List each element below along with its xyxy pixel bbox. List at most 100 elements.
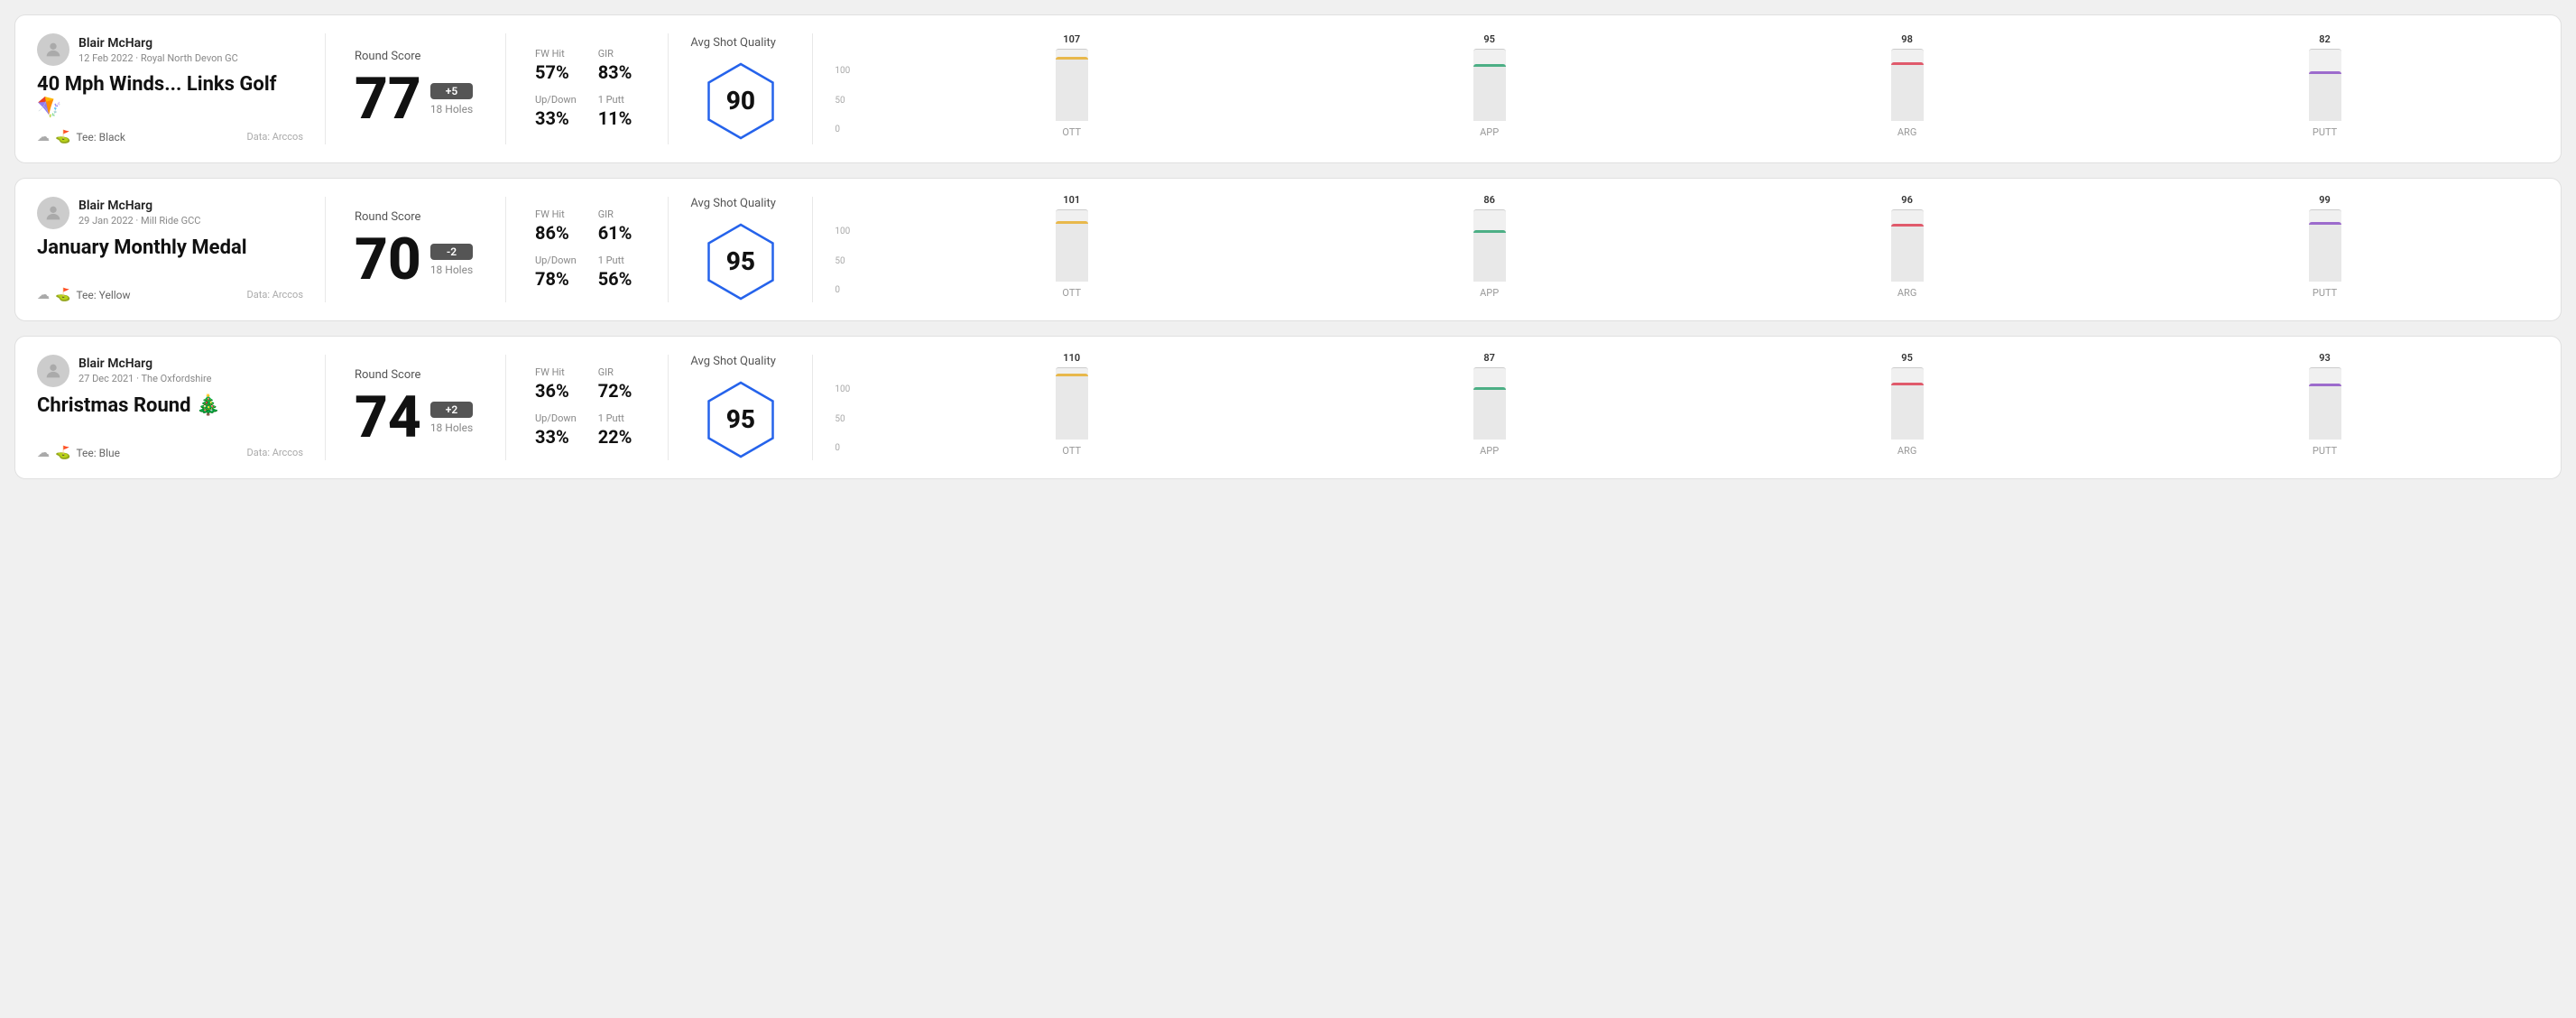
gir-stat-3: GIR 72% [598,366,640,402]
bar-accent-app [1473,64,1506,67]
bar-accent-ott [1056,57,1088,60]
round-score-label-1: Round Score [355,50,476,63]
holes-label-3: 18 Holes [430,421,473,434]
score-badge-2: -2 [430,244,473,260]
footer-row-3: ☁ ⛳ Tee: Blue Data: Arccos [37,446,303,460]
user-info-2: Blair McHarg 29 Jan 2022 · Mill Ride GCC [78,199,200,227]
data-source-2: Data: Arccos [247,289,303,301]
bar-accent-ott [1056,374,1088,376]
hexagon-score-3: 95 [726,404,755,434]
stats-grid-3: FW Hit 36% GIR 72% Up/Down 33% 1 Putt 22… [535,366,639,448]
bar-value-putt: 99 [2319,194,2331,206]
bag-icon-3: ⛳ [55,446,70,460]
weather-icon-1: ☁ [37,130,50,144]
round-title-2: January Monthly Medal [37,236,303,260]
weather-icon-2: ☁ [37,288,50,302]
fw-hit-label-3: FW Hit [535,366,577,378]
data-source-1: Data: Arccos [247,131,303,143]
user-info-1: Blair McHarg 12 Feb 2022 · Royal North D… [78,36,238,64]
oneputt-value-3: 22% [598,426,640,448]
left-section-2: Blair McHarg 29 Jan 2022 · Mill Ride GCC… [37,197,326,302]
updown-stat-1: Up/Down 33% [535,94,577,129]
bar-group-app: 86 APP [1289,194,1689,299]
bar-group-arg: 96 ARG [1707,194,2107,299]
user-row-3: Blair McHarg 27 Dec 2021 · The Oxfordshi… [37,355,303,387]
score-section-3: Round Score 74 +2 18 Holes [326,355,506,460]
bar-wrapper-ott [1056,49,1088,121]
tee-row-1: ☁ ⛳ Tee: Black [37,130,125,144]
fw-hit-value-1: 57% [535,61,577,83]
bar-fill-ott [1056,57,1088,121]
bar-accent-arg [1891,224,1924,227]
stats-section-2: FW Hit 86% GIR 61% Up/Down 78% 1 Putt 56… [506,197,669,302]
hexagon-container-1: 90 [700,60,781,142]
updown-value-1: 33% [535,107,577,129]
user-row-2: Blair McHarg 29 Jan 2022 · Mill Ride GCC [37,197,303,229]
bar-value-arg: 95 [1901,352,1913,364]
bar-accent-putt [2309,222,2341,225]
round-title-3: Christmas Round 🎄 [37,394,303,418]
quality-label-3: Avg Shot Quality [690,355,776,368]
oneputt-value-1: 11% [598,107,640,129]
score-number-3: 74 [355,389,421,447]
updown-label-1: Up/Down [535,94,577,106]
weather-icon-3: ☁ [37,446,50,460]
round-card-3: Blair McHarg 27 Dec 2021 · The Oxfordshi… [14,336,2562,479]
oneputt-label-1: 1 Putt [598,94,640,106]
bar-value-app: 87 [1483,352,1495,364]
hexagon-score-2: 95 [726,246,755,276]
tee-label-3: Tee: Blue [76,447,120,459]
bar-label-arg: ARG [1897,445,1916,457]
bar-value-app: 95 [1483,33,1495,45]
bar-accent-putt [2309,71,2341,74]
footer-row-2: ☁ ⛳ Tee: Yellow Data: Arccos [37,288,303,302]
left-section-1: Blair McHarg 12 Feb 2022 · Royal North D… [37,33,326,144]
gir-label-3: GIR [598,366,640,378]
bar-fill-putt [2309,71,2341,121]
bar-group-putt: 93 PUTT [2125,352,2525,457]
bar-label-ott: OTT [1062,287,1081,299]
bar-group-ott: 110 OTT [872,352,1271,457]
gir-stat-2: GIR 61% [598,208,640,244]
hexagon-score-1: 90 [726,86,755,116]
bar-wrapper-ott [1056,209,1088,282]
quality-section-3: Avg Shot Quality 95 [669,355,813,460]
bar-wrapper-ott [1056,367,1088,440]
bar-group-arg: 98 ARG [1707,33,2107,138]
bar-wrapper-app [1473,367,1506,440]
stats-grid-2: FW Hit 86% GIR 61% Up/Down 78% 1 Putt 56… [535,208,639,290]
fw-hit-value-2: 86% [535,222,577,244]
bar-wrapper-arg [1891,367,1924,440]
bar-wrapper-app [1473,209,1506,282]
date-course-2: 29 Jan 2022 · Mill Ride GCC [78,215,200,227]
bar-value-putt: 82 [2319,33,2331,45]
gir-label-1: GIR [598,48,640,60]
score-badge-block-2: -2 18 Holes [430,244,473,276]
bar-fill-app [1473,64,1506,121]
score-row-2: 70 -2 18 Holes [355,231,476,289]
updown-stat-2: Up/Down 78% [535,255,577,290]
oneputt-stat-2: 1 Putt 56% [598,255,640,290]
score-section-1: Round Score 77 +5 18 Holes [326,33,506,144]
round-score-label-3: Round Score [355,368,476,382]
bar-label-putt: PUTT [2313,287,2337,299]
score-section-2: Round Score 70 -2 18 Holes [326,197,506,302]
user-name-1: Blair McHarg [78,36,238,51]
bar-accent-arg [1891,62,1924,65]
gir-value-1: 83% [598,61,640,83]
round-score-label-2: Round Score [355,210,476,224]
bar-label-ott: OTT [1062,445,1081,457]
score-number-2: 70 [355,231,421,289]
fw-hit-stat-3: FW Hit 36% [535,366,577,402]
bar-label-app: APP [1480,445,1499,457]
score-row-3: 74 +2 18 Holes [355,389,476,447]
user-info-3: Blair McHarg 27 Dec 2021 · The Oxfordshi… [78,356,211,384]
fw-hit-stat-1: FW Hit 57% [535,48,577,83]
chart-section-2: 100 50 0 101 OTT 86 APP 96 [813,197,2539,302]
bar-fill-app [1473,387,1506,440]
bar-wrapper-app [1473,49,1506,121]
gir-value-2: 61% [598,222,640,244]
user-name-3: Blair McHarg [78,356,211,371]
avatar-2 [37,197,69,229]
quality-section-1: Avg Shot Quality 90 [669,33,813,144]
